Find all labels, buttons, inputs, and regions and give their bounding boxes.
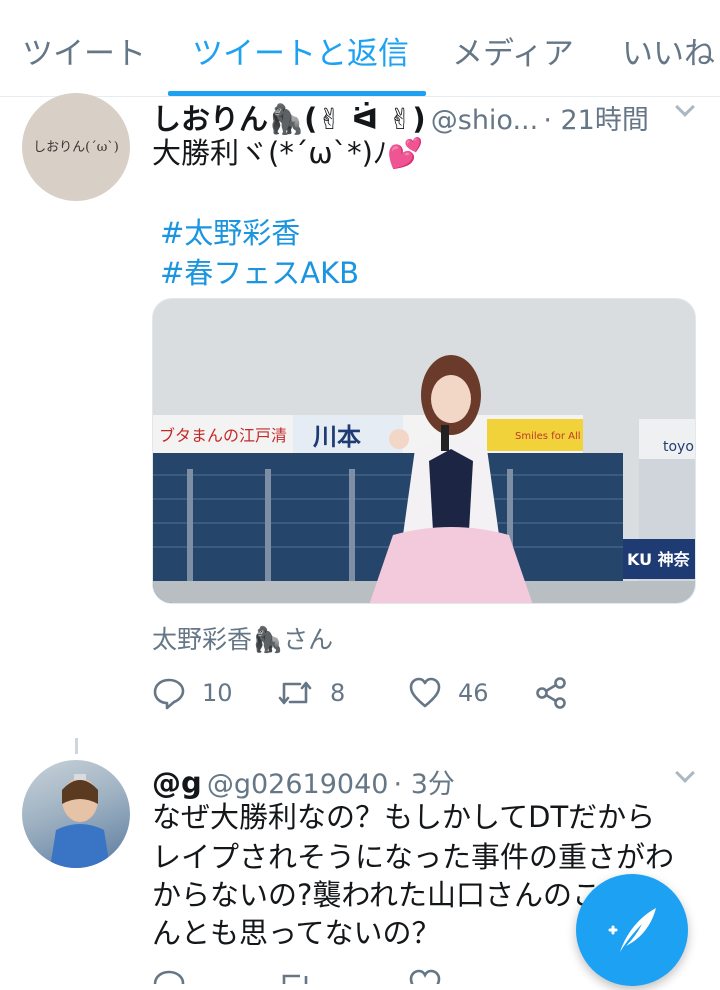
heart-icon	[409, 969, 441, 984]
like-button[interactable]: 46	[408, 676, 489, 710]
compose-quill-icon	[608, 908, 656, 952]
sign-butaman: ブタまんの江戸清	[159, 426, 287, 445]
tweet-header: @g @g02619040 · 3分	[152, 762, 455, 801]
reply-count: 10	[202, 679, 233, 707]
like-button[interactable]	[408, 968, 442, 984]
concert-photo: toyo ブタまんの江戸清 川本 Smiles for All KU 神奈	[153, 299, 695, 603]
tagged-users[interactable]: 太野彩香🦍さん	[152, 620, 333, 656]
tweet-text-line: んとも思ってないの？	[152, 916, 441, 950]
compose-tweet-button[interactable]	[576, 874, 688, 986]
retweet-button[interactable]: 8	[276, 676, 345, 710]
like-count: 46	[458, 679, 489, 707]
heart-icon	[409, 677, 441, 708]
reply-icon	[153, 678, 185, 710]
tweet-timestamp[interactable]: · 21時間	[543, 105, 649, 136]
avatar-handwriting: しおりん(´ω`)	[33, 140, 119, 155]
heart-emoji-icon: 💕	[387, 136, 424, 170]
reply-icon	[153, 970, 185, 984]
chevron-down-icon[interactable]	[675, 97, 695, 117]
retweet-button[interactable]	[276, 968, 314, 984]
sign-ku: KU 神奈	[627, 550, 691, 569]
sign-smiles: Smiles for All	[515, 431, 581, 442]
tweet-actions: 10 8 46	[152, 676, 712, 716]
author-handle[interactable]: @g02619040	[207, 769, 389, 800]
reply-button[interactable]: 10	[152, 676, 233, 710]
avatar[interactable]	[22, 760, 130, 868]
sign-toyo: toyo	[663, 439, 694, 455]
retweet-icon	[278, 681, 312, 705]
hashtag-link[interactable]: #春フェスAKB	[160, 250, 359, 292]
tweet-text-line: レイプされそうになった事件の重さがわ	[152, 840, 675, 874]
thread-connector	[75, 738, 78, 754]
tab-tweets-and-replies[interactable]: ツイートと返信	[192, 28, 409, 73]
tab-likes[interactable]: いいね	[622, 28, 715, 73]
chevron-down-icon[interactable]	[675, 763, 695, 783]
author-name[interactable]: しおりん🦍(✌︎ ᐛ ✌︎)	[152, 102, 426, 136]
tab-tweets[interactable]: ツイート	[22, 28, 146, 73]
share-icon	[536, 677, 566, 709]
avatar-photo	[50, 774, 110, 868]
sign-kawamoto: 川本	[313, 423, 361, 451]
avatar[interactable]: しおりん(´ω`)	[22, 93, 130, 201]
tweet-text-line: なぜ大勝利なの？もしかしてDTだから	[152, 800, 656, 834]
reply-button[interactable]	[152, 968, 186, 984]
retweet-count: 8	[330, 679, 346, 707]
share-button[interactable]	[534, 676, 568, 710]
profile-tab-bar: ツイート ツイートと返信 メディア いいね	[0, 0, 720, 97]
author-name[interactable]: @g	[152, 766, 202, 800]
tweet-timestamp[interactable]: · 3分	[394, 769, 455, 800]
tab-media[interactable]: メディア	[452, 28, 574, 73]
tweet-photo[interactable]: toyo ブタまんの江戸清 川本 Smiles for All KU 神奈	[152, 298, 696, 604]
hashtag-link[interactable]: #太野彩香	[160, 210, 300, 252]
author-handle[interactable]: @shio...	[431, 105, 538, 136]
tweet-header: しおりん🦍(✌︎ ᐛ ✌︎) @shio... · 21時間	[152, 96, 649, 138]
retweet-icon	[282, 974, 308, 984]
tweet-text: 大勝利ヾ(*´ω`*)ﾉ💕	[152, 136, 424, 170]
